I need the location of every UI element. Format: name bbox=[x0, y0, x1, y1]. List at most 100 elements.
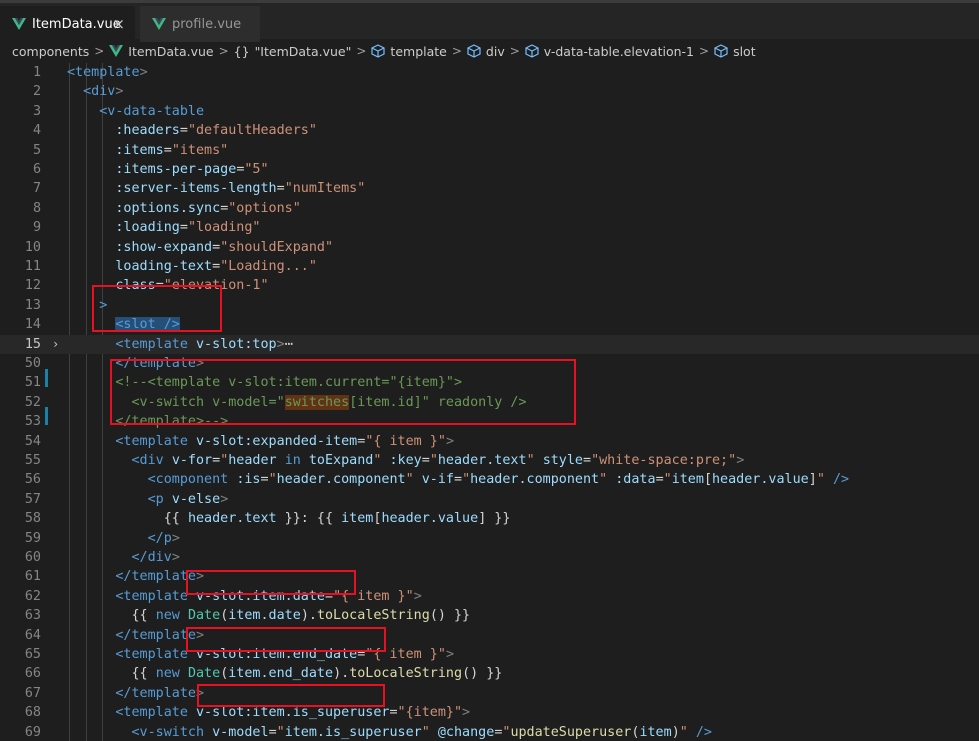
line-number: 12 bbox=[24, 278, 41, 294]
code-token: <p bbox=[147, 491, 164, 507]
code-token: " bbox=[405, 472, 414, 488]
line-number: 63 bbox=[24, 608, 41, 624]
code-token: ⋯ bbox=[284, 336, 293, 352]
code-token: item bbox=[341, 511, 374, 527]
vue-file-icon bbox=[12, 18, 26, 30]
breadcrumb-template[interactable]: template bbox=[390, 44, 446, 59]
code-line[interactable]: 2 <div> bbox=[0, 82, 979, 101]
code-line[interactable]: 64 </template> bbox=[0, 626, 979, 645]
line-number: 51 bbox=[24, 375, 41, 391]
code-token: Date bbox=[187, 608, 221, 624]
line-number: 60 bbox=[24, 550, 41, 565]
code-token: Date bbox=[187, 666, 221, 682]
code-line[interactable]: 4 :headers="defaultHeaders" bbox=[0, 121, 979, 140]
code-line[interactable]: 61 </template> bbox=[0, 567, 979, 586]
code-token: header.value bbox=[712, 472, 809, 488]
code-line[interactable]: 8 :options.sync="options" bbox=[0, 199, 979, 218]
code-token: :show-expand bbox=[115, 239, 213, 255]
code-token: </template bbox=[115, 685, 196, 701]
code-token: :options.sync bbox=[115, 200, 221, 216]
code-line[interactable]: 1 <template> bbox=[0, 63, 979, 82]
code-token: <template bbox=[115, 336, 188, 352]
code-line[interactable]: 59 </p> bbox=[0, 529, 979, 548]
code-line[interactable]: 10 :show-expand="shouldExpand" bbox=[0, 238, 979, 257]
tab-label: profile.vue bbox=[172, 16, 242, 32]
code-line[interactable]: 54 <template v-slot:expanded-item="{ ite… bbox=[0, 432, 979, 451]
code-line[interactable]: 7 :server-items-length="numItems" bbox=[0, 179, 979, 198]
code-token: "options" bbox=[228, 200, 301, 216]
code-token: {{ bbox=[67, 608, 156, 624]
code-line[interactable]: 69 <v-switch v-model="item.is_superuser"… bbox=[0, 723, 979, 741]
code-token: <div bbox=[131, 453, 164, 468]
breadcrumb-folder[interactable]: components bbox=[12, 44, 89, 59]
code-line[interactable]: 5 :items="items" bbox=[0, 141, 979, 160]
code-token: "items" bbox=[171, 142, 229, 158]
code-line[interactable]: 63 {{ new Date(item.date).toLocaleString… bbox=[0, 606, 979, 625]
code-line[interactable]: 15 › <template v-slot:top>⋯ bbox=[0, 334, 979, 354]
code-token: header.component bbox=[276, 472, 406, 488]
code-token: "5" bbox=[244, 162, 269, 177]
code-line[interactable]: 57 <p v-else> bbox=[0, 490, 979, 509]
code-token: v-if bbox=[421, 472, 454, 488]
code-token: item bbox=[639, 724, 672, 740]
code-text: </template> bbox=[67, 567, 204, 586]
breadcrumb-data-table[interactable]: v-data-table.elevation-1 bbox=[544, 44, 694, 59]
code-token: () }} bbox=[462, 666, 503, 682]
breadcrumb-file[interactable]: ItemData.vue bbox=[128, 44, 213, 59]
code-line[interactable]: 66 {{ new Date(item.end_date).toLocaleSt… bbox=[0, 664, 979, 683]
code-token: item.is_superuser bbox=[284, 724, 422, 740]
code-line[interactable]: 6 :items-per-page="5" bbox=[0, 160, 979, 179]
code-token: = bbox=[212, 453, 221, 468]
code-line[interactable]: 58 {{ header.text }}: {{ item[header.val… bbox=[0, 509, 979, 528]
code-token: v-slot:top bbox=[196, 336, 277, 352]
code-token: }}: {{ bbox=[276, 511, 342, 527]
code-line[interactable]: 65 <template v-slot:item.end_date="{ ite… bbox=[0, 645, 979, 664]
tab-itemdata-vue[interactable]: ItemData.vue × bbox=[0, 6, 135, 42]
code-line[interactable]: 60 </div> bbox=[0, 548, 979, 567]
code-token: header.value bbox=[381, 511, 479, 527]
code-token: <template bbox=[115, 433, 188, 449]
line-number: 6 bbox=[32, 162, 41, 177]
code-token: style bbox=[542, 453, 583, 468]
breadcrumb-object[interactable]: "ItemData.vue" bbox=[255, 44, 352, 59]
code-line[interactable]: 67 </template> bbox=[0, 684, 979, 703]
code-line[interactable]: 55 <div v-for="header in toExpand" :key=… bbox=[0, 451, 979, 470]
cube-icon bbox=[714, 44, 728, 58]
code-token: loading-text bbox=[115, 259, 213, 274]
line-number: 61 bbox=[24, 569, 41, 585]
fold-chevron-icon[interactable]: › bbox=[52, 335, 59, 354]
code-line[interactable]: 62 <template v-slot:item.date="{ item }"… bbox=[0, 587, 979, 606]
code-text: {{ header.text }}: {{ item[header.value]… bbox=[67, 509, 511, 528]
code-text: <v-switch v-model="item.is_superuser" @c… bbox=[67, 723, 713, 741]
breadcrumb: components > ItemData.vue > {} "ItemData… bbox=[0, 39, 979, 63]
close-icon[interactable]: × bbox=[112, 15, 125, 33]
code-line[interactable]: 56 <component :is="header.component" v-i… bbox=[0, 470, 979, 489]
breadcrumb-slot[interactable]: slot bbox=[733, 44, 756, 59]
code-token: " bbox=[816, 472, 825, 488]
code-line[interactable]: 9 :loading="loading" bbox=[0, 218, 979, 237]
tab-profile-vue[interactable]: profile.vue bbox=[140, 6, 260, 42]
code-text: :show-expand="shouldExpand" bbox=[67, 238, 333, 257]
line-number: 52 bbox=[24, 394, 41, 410]
breadcrumb-div[interactable]: div bbox=[486, 44, 505, 59]
code-line[interactable]: 68 <template v-slot:item.is_superuser="{… bbox=[0, 703, 979, 722]
line-number: 50 bbox=[24, 356, 41, 371]
code-token: </div bbox=[131, 550, 172, 565]
code-line[interactable]: 11 loading-text="Loading..." bbox=[0, 257, 979, 276]
vue-file-icon bbox=[152, 18, 166, 30]
line-number: 8 bbox=[32, 200, 41, 216]
code-token: toLocaleString bbox=[349, 666, 463, 682]
code-line[interactable]: 3 <v-data-table bbox=[0, 102, 979, 121]
line-number: 5 bbox=[32, 142, 41, 158]
